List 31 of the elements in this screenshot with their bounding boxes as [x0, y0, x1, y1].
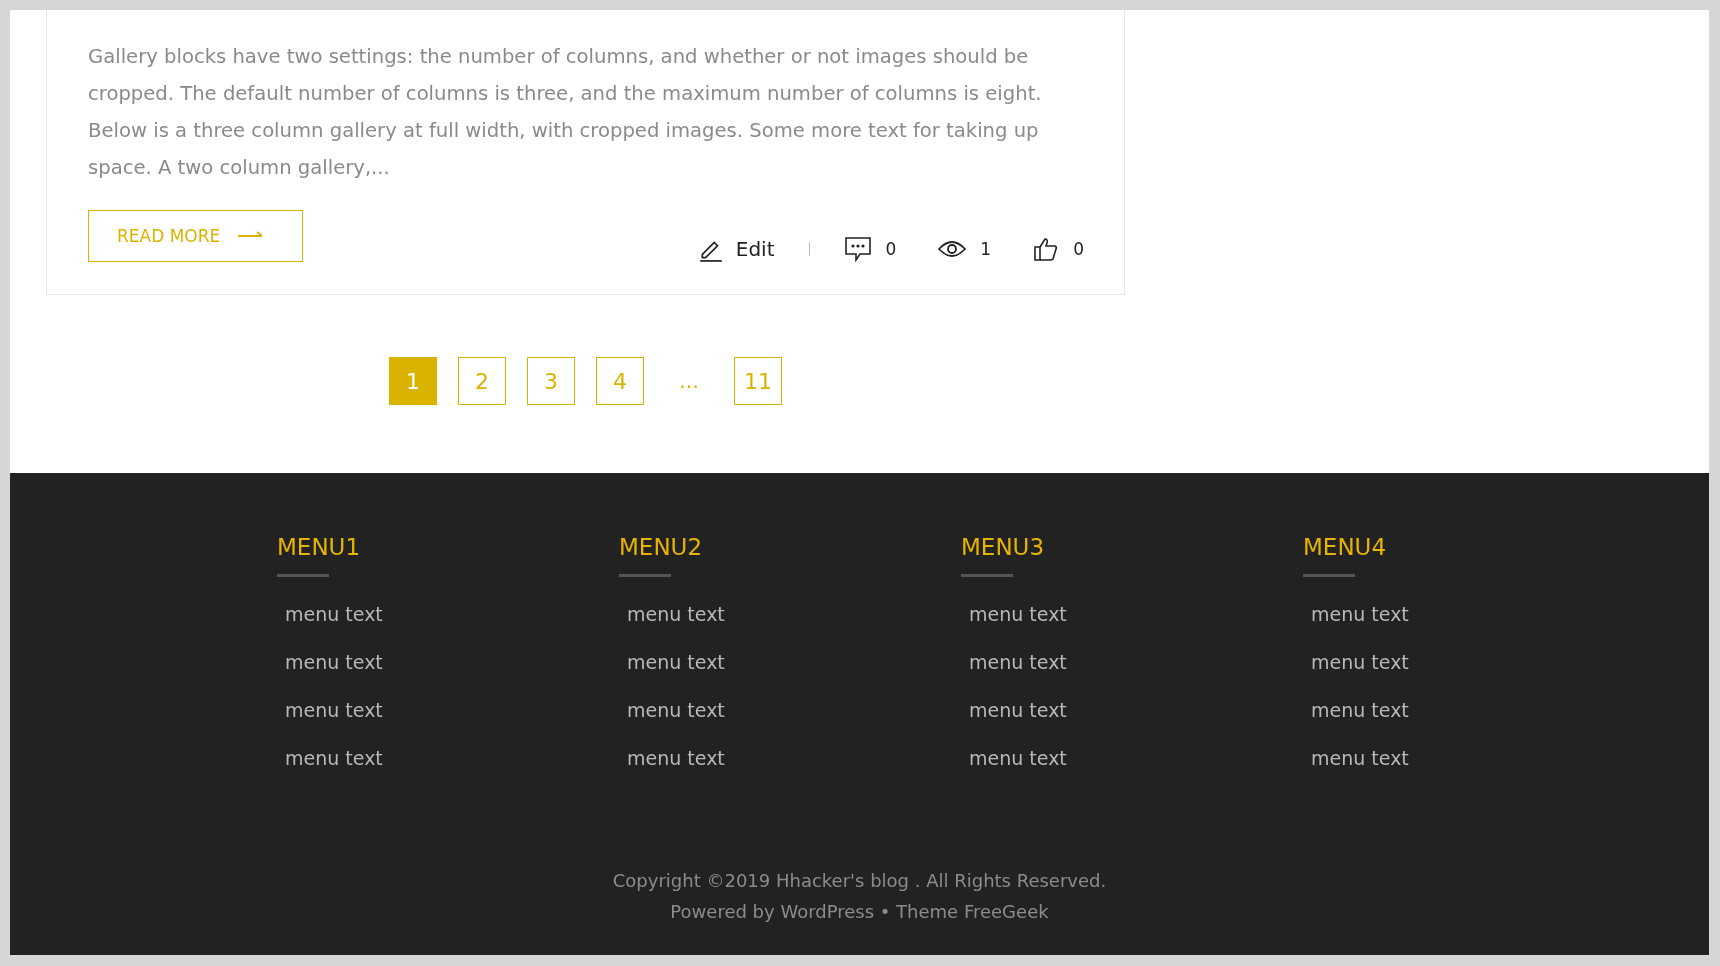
comment-icon [843, 236, 872, 262]
menu-link[interactable]: menu text [969, 638, 1303, 686]
menu-link[interactable]: menu text [1311, 590, 1645, 638]
view-count: 1 [980, 239, 992, 259]
menu-link[interactable]: menu text [285, 590, 619, 638]
menu-link[interactable]: menu text [1311, 734, 1645, 782]
menu-heading: MENU2 [619, 533, 704, 562]
edit-link[interactable]: Edit [697, 236, 775, 262]
menu-link[interactable]: menu text [1311, 686, 1645, 734]
like-count: 0 [1073, 239, 1084, 259]
page-ellipsis: … [678, 368, 700, 395]
menu-link[interactable]: menu text [627, 686, 961, 734]
menu-heading: MENU4 [1303, 533, 1388, 562]
menu-heading: MENU3 [961, 533, 1046, 562]
menu-link[interactable]: menu text [285, 734, 619, 782]
eye-icon [938, 239, 967, 259]
menu-link[interactable]: menu text [969, 686, 1303, 734]
menu-link[interactable]: menu text [627, 734, 961, 782]
menu-link[interactable]: menu text [1311, 638, 1645, 686]
menu-link[interactable]: menu text [627, 590, 961, 638]
menu-link[interactable]: menu text [969, 590, 1303, 638]
thumbs-up-icon [1033, 237, 1060, 261]
copyright-text: Copyright ©2019 Hhacker's blog . All Rights Reserved. [612, 869, 1107, 893]
post-excerpt: Gallery blocks have two settings: the number of columns, and whether or not images should be cropped. The default number of columns is three, and the maximum number of columns is eight. Below is a three column gallery at full width, with cropped images. Some more text for taking up space. A two column gallery,... [88, 44, 1043, 181]
menu-link[interactable]: menu text [627, 638, 961, 686]
comment-count: 0 [885, 239, 897, 259]
menu-link[interactable]: menu text [285, 638, 619, 686]
menu-heading: MENU1 [277, 533, 362, 562]
powered-by-text: Powered by WordPress • Theme FreeGeek [670, 900, 1049, 924]
menu-link[interactable]: menu text [969, 734, 1303, 782]
menu-link[interactable]: menu text [285, 686, 619, 734]
